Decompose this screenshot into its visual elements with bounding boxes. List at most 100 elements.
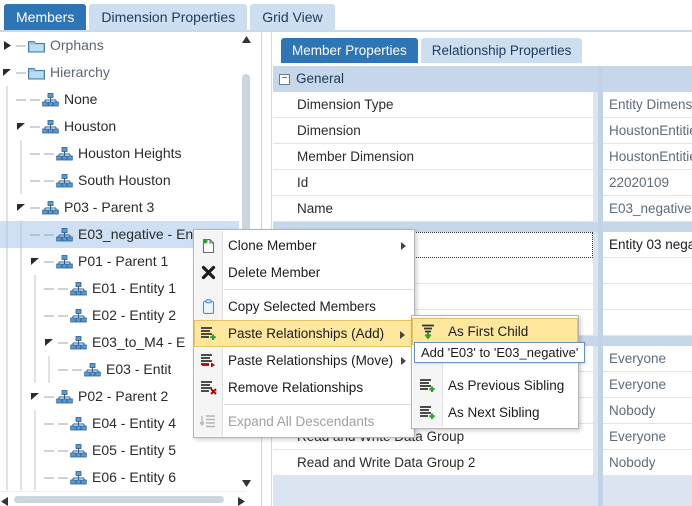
property-value-cell[interactable] [603, 258, 692, 284]
folder-icon [28, 39, 45, 53]
property-value-cell[interactable] [603, 284, 692, 310]
property-value-cell[interactable]: Entity Dimensi [603, 92, 692, 118]
scroll-down-arrow-icon[interactable] [239, 476, 253, 490]
property-value-cell[interactable]: E03_negative [603, 196, 692, 222]
as-previous-sibling-icon [412, 372, 442, 399]
grid-column-splitter[interactable] [598, 66, 603, 506]
expander-collapsed-icon[interactable] [0, 32, 14, 59]
property-name-cell[interactable]: Name [273, 196, 593, 222]
tree-item-south[interactable]: South Houston [0, 167, 246, 194]
grid-property-row[interactable]: Dimension HoustonEntitie [273, 118, 692, 144]
tree-item-orphans[interactable]: Orphans [0, 32, 246, 59]
tree-item-label: E03 - Entit [106, 361, 172, 377]
paste-relationships-add-submenu[interactable]: As First Child As Previous Sibling As Next… [411, 315, 579, 429]
hierarchy-icon [42, 92, 59, 107]
tree-item-p03[interactable]: P03 - Parent 3 [0, 194, 246, 221]
property-value-cell[interactable]: Everyone [603, 346, 692, 372]
property-value-cell[interactable]: Nobody [603, 450, 692, 476]
property-value-cell[interactable]: HoustonEntitie [603, 118, 692, 144]
menu-item-label: Expand All Descendants [228, 414, 375, 429]
menu-item-label: Paste Relationships (Add) [228, 326, 385, 341]
hierarchy-icon [84, 362, 101, 377]
tab-grid-view[interactable]: Grid View [250, 4, 335, 30]
property-name-cell[interactable]: Dimension Type [273, 92, 593, 118]
menu-item-delete-member[interactable]: Delete Member [194, 259, 414, 286]
property-value-cell[interactable] [603, 66, 692, 92]
menu-item-remove-relationships[interactable]: Remove Relationships [194, 374, 414, 401]
property-name-cell[interactable]: Id [273, 170, 593, 196]
property-value-cell[interactable]: Nobody [603, 398, 692, 424]
submenu-arrow-icon [401, 347, 406, 374]
app-root: Members Dimension Properties Grid View Orp… [0, 0, 692, 506]
tree-indent-guide [14, 329, 28, 356]
property-name-cell[interactable]: Read and Write Data Group 2 [273, 450, 593, 476]
expander-expanded-icon[interactable] [14, 113, 28, 140]
properties-tab-member-properties[interactable]: Member Properties [281, 38, 418, 63]
tree-item-e06[interactable]: E06 - Entity 6 [0, 464, 246, 490]
tree-item-hierarchy[interactable]: Hierarchy [0, 59, 246, 86]
tree-line-connector [28, 167, 42, 194]
menu-item-clone-member[interactable]: Clone Member [194, 232, 414, 259]
tree-indent-guide [14, 302, 28, 329]
properties-tabstrip: Member Properties Relationship Properties [273, 32, 692, 66]
grid-category-row[interactable]: − General [273, 66, 692, 92]
menu-item-paste-relationships-move[interactable]: Paste Relationships (Move) [194, 347, 414, 374]
delete-member-icon [194, 259, 222, 286]
tree-line-connector [56, 410, 70, 437]
property-value-cell[interactable]: Entity 03 negat [603, 232, 692, 258]
property-value-cell[interactable] [603, 310, 692, 336]
tree-indent-guide [14, 356, 28, 383]
property-value-cell[interactable]: Everyone [603, 424, 692, 450]
expander-expanded-icon[interactable] [0, 59, 14, 86]
tree-hscroll-thumb[interactable] [14, 496, 224, 503]
tree-item-e05[interactable]: E05 - Entity 5 [0, 437, 246, 464]
submenu-item-as-previous-sibling[interactable]: As Previous Sibling [412, 372, 578, 399]
clone-member-icon [194, 232, 222, 259]
tab-members[interactable]: Members [4, 4, 87, 30]
scroll-right-arrow-icon[interactable] [238, 494, 245, 506]
expander-expanded-icon[interactable] [42, 329, 56, 356]
scroll-left-arrow-icon[interactable] [1, 494, 8, 506]
tree-line-connector [42, 302, 56, 329]
tree-item-label: South Houston [78, 172, 171, 188]
expander-expanded-icon[interactable] [14, 194, 28, 221]
scroll-up-arrow-icon[interactable] [239, 32, 253, 46]
tree-line-connector [28, 221, 42, 248]
grid-property-row[interactable]: Id 22020109 [273, 170, 692, 196]
menu-item-paste-relationships-add[interactable]: Paste Relationships (Add) [194, 320, 414, 347]
properties-tab-relationship-properties[interactable]: Relationship Properties [420, 38, 583, 63]
tree-line-connector [56, 356, 70, 383]
menu-item-copy-selected-members[interactable]: Copy Selected Members [194, 293, 414, 320]
grid-property-row[interactable]: Member Dimension HoustonEntitie [273, 144, 692, 170]
tree-item-houston[interactable]: Houston [0, 113, 246, 140]
tab-dimension-properties[interactable]: Dimension Properties [89, 4, 248, 30]
grid-property-row[interactable]: Name E03_negative [273, 196, 692, 222]
hierarchy-icon [56, 254, 73, 269]
submenu-item-as-first-child[interactable]: As First Child [412, 318, 578, 345]
property-name-cell[interactable]: − General [273, 66, 593, 92]
tree-item-none[interactable]: None [0, 86, 246, 113]
grid-property-row[interactable]: Dimension Type Entity Dimensi [273, 92, 692, 118]
submenu-item-as-next-sibling[interactable]: As Next Sibling [412, 399, 578, 426]
submenu-arrow-icon [401, 232, 406, 259]
property-value-cell[interactable]: 22020109 [603, 170, 692, 196]
as-first-child-icon [413, 318, 442, 345]
property-value-cell[interactable]: HoustonEntitie [603, 144, 692, 170]
tree-indent-guide [14, 410, 28, 437]
expander-expanded-icon[interactable] [28, 383, 42, 410]
property-name-cell[interactable]: Member Dimension [273, 144, 593, 170]
tree-item-label: E05 - Entity 5 [92, 442, 177, 458]
expander-expanded-icon[interactable] [28, 248, 42, 275]
tree-item-houston[interactable]: Houston Heights [0, 140, 246, 167]
context-menu[interactable]: Clone Member Delete Member Copy Selected M… [193, 229, 415, 438]
grid-property-row[interactable]: Read and Write Data Group 2 Nobody [273, 450, 692, 476]
tree-indent-guide [14, 437, 28, 464]
tree-line-connector [42, 140, 56, 167]
tree-indent-guide [14, 383, 28, 410]
tree-horizontal-scrollbar[interactable] [0, 491, 246, 506]
property-name-cell[interactable]: Dimension [273, 118, 593, 144]
property-value-cell[interactable]: Everyone [603, 372, 692, 398]
tree-indent-guide [28, 329, 42, 356]
tree-indent-guide [0, 221, 14, 248]
category-collapse-icon[interactable]: − [279, 73, 290, 85]
